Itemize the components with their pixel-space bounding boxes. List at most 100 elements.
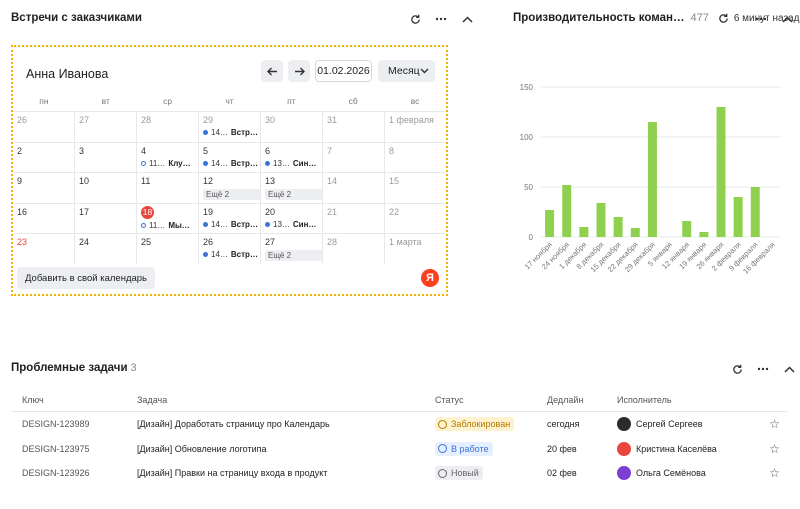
prev-month-button[interactable]	[261, 60, 283, 82]
status-badge[interactable]: В работе	[435, 441, 493, 456]
task-key[interactable]: DESIGN-123989	[11, 419, 137, 429]
calendar-day[interactable]: 15	[385, 173, 446, 203]
column-assignee[interactable]: Исполнитель	[617, 395, 762, 405]
calendar-event[interactable]: 14… Встр…	[203, 159, 260, 168]
collapse-icon[interactable]	[781, 13, 793, 25]
star-icon[interactable]: ☆	[769, 442, 780, 456]
calendar-day[interactable]: 20 13… Син…	[261, 203, 323, 233]
calendar-event[interactable]: 11… Мы…	[141, 221, 198, 230]
calendar-day[interactable]: 4 11… Клу…	[137, 142, 199, 172]
status-badge[interactable]: Новый	[435, 466, 483, 481]
day-number: 15	[389, 176, 400, 186]
calendar-event[interactable]: 14… Встр…	[203, 250, 260, 259]
calendar-day[interactable]: 7	[323, 142, 385, 172]
assignee-cell[interactable]: Сергей Сергеев	[617, 417, 762, 432]
calendar-day[interactable]: 23	[13, 234, 75, 264]
calendar-day[interactable]: 27 Ещё 2	[261, 234, 323, 264]
calendar-day[interactable]: 24	[75, 234, 137, 264]
bar[interactable]	[562, 185, 572, 237]
calendar-day[interactable]: 29 14… Встр…	[199, 112, 261, 142]
bar[interactable]	[682, 221, 692, 237]
calendar-event[interactable]: 13… Син…	[265, 220, 322, 229]
calendar-day[interactable]: 28	[137, 112, 199, 142]
bar[interactable]	[750, 187, 760, 237]
calendar-day[interactable]: 25	[137, 234, 199, 264]
assignee-cell[interactable]: Ольга Семёнова	[617, 466, 762, 481]
more-events-link[interactable]: Ещё 2	[203, 189, 260, 200]
more-icon[interactable]	[757, 363, 769, 375]
refresh-icon[interactable]	[731, 363, 743, 375]
day-number: 8	[389, 145, 395, 156]
star-icon[interactable]: ☆	[769, 466, 780, 480]
more-icon[interactable]	[755, 13, 767, 25]
column-deadline[interactable]: Дедлайн	[547, 395, 617, 405]
calendar-day[interactable]: 3	[75, 142, 137, 172]
calendar-event[interactable]: 11… Клу…	[141, 159, 198, 168]
status-badge[interactable]: Заблокирован	[435, 417, 515, 432]
task-deadline: 20 фев	[547, 443, 577, 454]
calendar-day[interactable]: 11	[137, 173, 199, 203]
task-key[interactable]: DESIGN-123975	[11, 444, 137, 454]
calendar-day[interactable]: 16	[13, 203, 75, 233]
assignee-cell[interactable]: Кристина Каселёва	[617, 441, 762, 456]
column-key[interactable]: Ключ	[11, 395, 137, 405]
bar[interactable]	[699, 232, 709, 237]
bar[interactable]	[545, 210, 555, 237]
event-time: 13…	[273, 219, 290, 229]
calendar-day[interactable]: 22	[385, 204, 446, 234]
calendar-day[interactable]: 21	[323, 203, 385, 233]
calendar-day[interactable]: 9	[13, 173, 75, 203]
bar[interactable]	[716, 107, 726, 237]
bar[interactable]	[733, 197, 743, 237]
table-row[interactable]: DESIGN-123989 [Дизайн] Доработать страниц…	[11, 412, 787, 437]
calendar-day[interactable]: 2	[13, 142, 75, 172]
calendar-day[interactable]: 18 11… Мы…	[137, 203, 199, 233]
add-to-calendar-button[interactable]: Добавить в свой календарь	[17, 267, 156, 289]
calendar-day[interactable]: 8	[385, 143, 446, 173]
current-date-field[interactable]: 01.02.2026	[315, 60, 372, 82]
calendar-event[interactable]: 13… Син…	[265, 159, 322, 168]
calendar-day[interactable]: 26	[13, 112, 75, 142]
more-events-link[interactable]: Ещё 2	[265, 189, 322, 200]
calendar-day[interactable]: 28	[323, 234, 385, 264]
column-task[interactable]: Задача	[137, 395, 435, 405]
calendar-day[interactable]: 30	[261, 112, 323, 142]
task-title[interactable]: [Дизайн] Доработать страницу про Календа…	[137, 419, 435, 429]
next-month-button[interactable]	[288, 60, 310, 82]
calendar-day[interactable]: 10	[75, 173, 137, 203]
bar[interactable]	[613, 217, 623, 237]
more-icon[interactable]	[435, 13, 447, 25]
refresh-icon[interactable]	[718, 12, 730, 24]
task-title[interactable]: [Дизайн] Правки на страницу входа в прод…	[137, 468, 435, 478]
event-dot-icon	[203, 160, 208, 166]
calendar-day[interactable]: 1 февраля	[385, 112, 446, 142]
column-status[interactable]: Статус	[435, 395, 547, 405]
calendar-day[interactable]: 31	[323, 112, 385, 142]
calendar-day[interactable]: 1 марта	[385, 234, 446, 264]
calendar-day[interactable]: 5 14… Встр…	[199, 142, 261, 172]
refresh-icon[interactable]	[409, 13, 421, 25]
table-row[interactable]: DESIGN-123926 [Дизайн] Правки на страницу…	[11, 461, 787, 486]
bar[interactable]	[579, 227, 589, 237]
table-row[interactable]: DESIGN-123975 [Дизайн] Обновление логотип…	[11, 437, 787, 462]
calendar-day[interactable]: 13 Ещё 2	[261, 173, 323, 203]
calendar-day[interactable]: 17	[75, 203, 137, 233]
bar[interactable]	[630, 228, 640, 237]
calendar-day[interactable]: 14	[323, 173, 385, 203]
task-title[interactable]: [Дизайн] Обновление логотипа	[137, 444, 435, 454]
calendar-day[interactable]: 12 Ещё 2	[199, 173, 261, 203]
calendar-day[interactable]: 26 14… Встр…	[199, 234, 261, 264]
calendar-day[interactable]: 19 14… Встр…	[199, 203, 261, 233]
star-icon[interactable]: ☆	[769, 417, 780, 431]
task-key[interactable]: DESIGN-123926	[11, 468, 137, 478]
collapse-icon[interactable]	[461, 13, 473, 25]
collapse-icon[interactable]	[783, 363, 795, 375]
calendar-day[interactable]: 6 13… Син…	[261, 142, 323, 172]
view-mode-select[interactable]: Месяц	[378, 60, 435, 82]
bar[interactable]	[596, 203, 606, 237]
more-events-link[interactable]: Ещё 2	[265, 250, 322, 261]
calendar-event[interactable]: 14… Встр…	[203, 220, 260, 229]
calendar-event[interactable]: 14… Встр…	[203, 128, 260, 137]
calendar-day[interactable]: 27	[75, 112, 137, 142]
bar[interactable]	[647, 122, 657, 237]
